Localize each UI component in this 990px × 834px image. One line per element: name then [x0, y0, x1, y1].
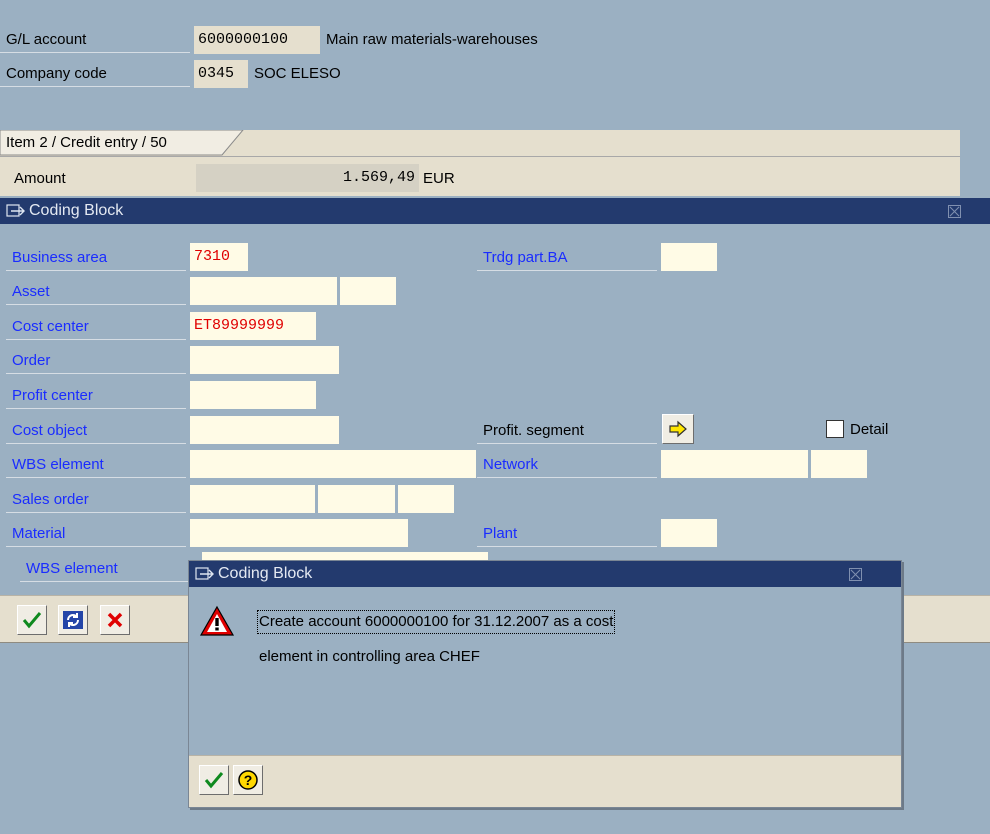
business-area-label: Business area: [6, 245, 186, 271]
popup-titlebar: Coding Block: [189, 561, 901, 587]
cost-center-field[interactable]: ET89999999: [190, 312, 316, 340]
cost-object-label: Cost object: [6, 418, 186, 444]
asset-field[interactable]: [190, 277, 337, 305]
coding-block-title: Coding Block: [29, 202, 124, 219]
popup-toolbar: [189, 755, 901, 807]
detail-label: Detail: [850, 421, 889, 438]
refresh-icon: [63, 611, 83, 629]
company-code-label: Company code: [0, 61, 190, 87]
plant-label: Plant: [477, 521, 657, 547]
coding-block-titlebar: Coding Block: [0, 198, 990, 224]
gl-account-description: Main raw materials-warehouses: [326, 31, 538, 48]
company-code-description: SOC ELESO: [254, 65, 341, 82]
order-label: Order: [6, 348, 186, 374]
sales-order-schedule-field[interactable]: [398, 485, 454, 513]
profit-center-label: Profit center: [6, 383, 186, 409]
network-field[interactable]: [661, 450, 808, 478]
popup-help-button[interactable]: ?: [233, 765, 263, 795]
popup-message-line1: Create account 6000000100 for 31.12.2007…: [257, 610, 616, 634]
amount-field[interactable]: 1.569,49: [196, 164, 419, 192]
window-icon: [6, 204, 25, 217]
network-label: Network: [477, 452, 657, 478]
gl-account-label: G/L account: [0, 27, 190, 53]
wbs-element2-field[interactable]: [202, 552, 488, 560]
popup-dialog: Coding Block Create account 6000000100 f…: [188, 560, 902, 808]
asset-label: Asset: [6, 279, 186, 305]
cancel-icon: [107, 612, 123, 628]
close-icon[interactable]: [948, 205, 961, 218]
sales-order-label: Sales order: [6, 487, 186, 513]
profit-center-field[interactable]: [190, 381, 316, 409]
popup-message-line2: element in controlling area CHEF: [259, 648, 480, 665]
wbs-element-field[interactable]: [190, 450, 476, 478]
amount-label: Amount: [14, 170, 66, 187]
trdg-part-ba-field[interactable]: [661, 243, 717, 271]
sales-order-field[interactable]: [190, 485, 315, 513]
asset-subnumber-field[interactable]: [340, 277, 396, 305]
company-code-field[interactable]: 0345: [194, 60, 248, 88]
popup-confirm-button[interactable]: [199, 765, 229, 795]
profit-segment-label: Profit. segment: [477, 418, 657, 444]
wbs-element-label: WBS element: [6, 452, 186, 478]
cancel-button[interactable]: [100, 605, 130, 635]
popup-title: Coding Block: [218, 565, 313, 582]
wbs-element2-label: WBS element: [20, 556, 190, 582]
cost-center-label: Cost center: [6, 314, 186, 340]
trdg-part-ba-label: Trdg part.BA: [477, 245, 657, 271]
order-field[interactable]: [190, 346, 339, 374]
popup-close-icon[interactable]: [849, 568, 862, 581]
popup-window-icon: [195, 567, 214, 580]
cost-object-field[interactable]: [190, 416, 339, 444]
arrow-right-icon: [669, 420, 687, 438]
material-field[interactable]: [190, 519, 408, 547]
refresh-button[interactable]: [58, 605, 88, 635]
item-tab[interactable]: Item 2 / Credit entry / 50: [6, 130, 167, 156]
checkmark-icon: [22, 612, 42, 629]
svg-text:?: ?: [244, 772, 253, 788]
network-activity-field[interactable]: [811, 450, 867, 478]
plant-field[interactable]: [661, 519, 717, 547]
item-panel: Item 2 / Credit entry / 50 Amount 1.569,…: [0, 130, 960, 196]
gl-account-field[interactable]: 6000000100: [194, 26, 320, 54]
help-icon: ?: [238, 770, 258, 790]
material-label: Material: [6, 521, 186, 547]
item-tab-divider: [0, 156, 960, 157]
popup-checkmark-icon: [204, 772, 224, 789]
currency-text: EUR: [423, 170, 455, 187]
profit-segment-button[interactable]: [662, 414, 694, 444]
sales-order-item-field[interactable]: [318, 485, 395, 513]
enter-button[interactable]: [17, 605, 47, 635]
business-area-field[interactable]: 7310: [190, 243, 248, 271]
warning-icon: [199, 605, 235, 636]
detail-checkbox[interactable]: [826, 420, 844, 438]
